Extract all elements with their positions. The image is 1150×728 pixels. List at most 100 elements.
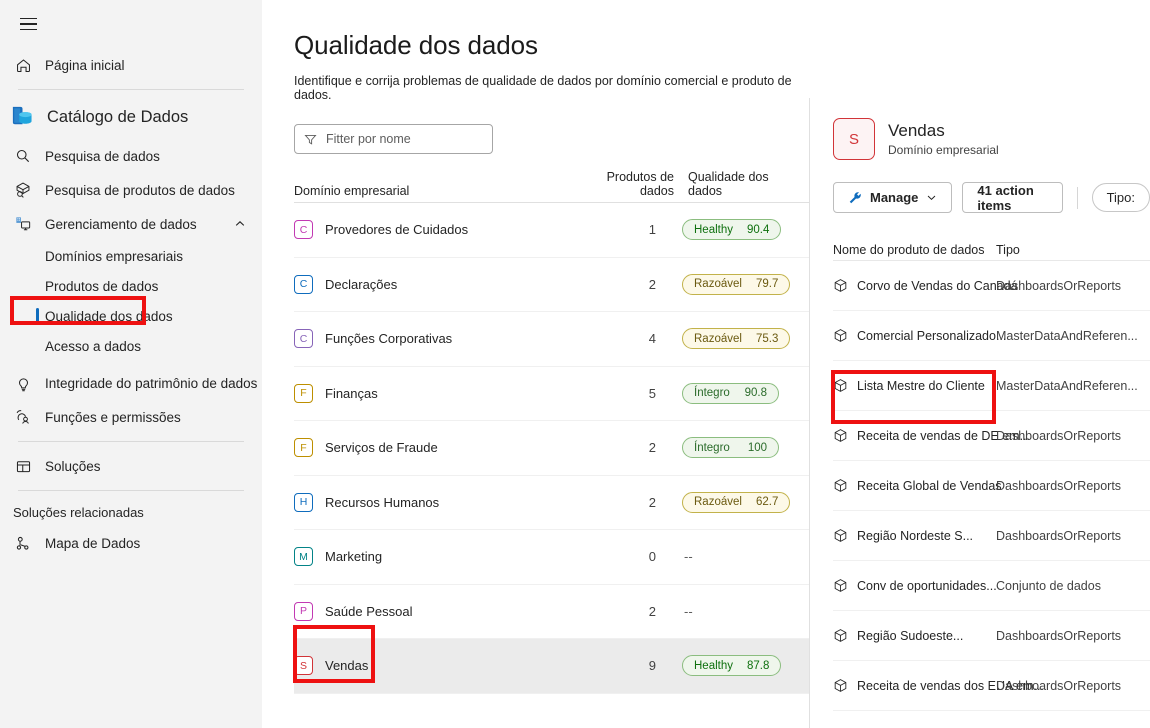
- package-icon: [833, 428, 848, 443]
- sidebar-item-gerenciamento-de-dados[interactable]: Gerenciamento de dados: [0, 207, 262, 241]
- sidebar-item-pesquisa-de-dados-label: Pesquisa de dados: [45, 148, 160, 164]
- sidebar-item-qualidade-dos-dados[interactable]: Qualidade dos dados: [0, 301, 262, 331]
- product-name-cell: Região Sudoeste...: [833, 628, 996, 643]
- sidebar-item-home[interactable]: Página inicial: [0, 48, 262, 82]
- data-catalog-logo: [10, 104, 36, 130]
- action-items-button[interactable]: 41 action items: [962, 182, 1063, 213]
- domain-name-label: Vendas: [325, 658, 369, 674]
- list-item[interactable]: Região Sudoeste... DashboardsOrReports: [833, 611, 1150, 661]
- table-row[interactable]: F Serviços de Fraude 2 Íntegro 100: [294, 421, 809, 476]
- hamburger-menu-icon[interactable]: [8, 8, 48, 40]
- list-item[interactable]: Lista Mestre do Cliente MasterDataAndRefe…: [833, 361, 1150, 411]
- cell-domain-name: C Provedores de Cuidados: [294, 220, 574, 240]
- table-row[interactable]: C Funções Corporativas 4 Razoável 75.3: [294, 312, 809, 367]
- column-header-nome-produto[interactable]: Nome do produto de dados: [833, 243, 996, 257]
- product-type-label: DashboardsOrReports: [996, 628, 1122, 643]
- status-badge-value: 75.3: [755, 332, 779, 345]
- sidebar-divider-3: [18, 490, 244, 491]
- table-row[interactable]: H Recursos Humanos 2 Razoável 62.7: [294, 476, 809, 530]
- tipo-filter-chip-label: Tipo:: [1106, 190, 1135, 205]
- table-row[interactable]: F Finanças 5 Íntegro 90.8: [294, 367, 809, 421]
- table-row[interactable]: M Marketing 0 --: [294, 530, 809, 585]
- table-row[interactable]: S Vendas 9 Healthy 87.8: [294, 639, 809, 694]
- detail-title: Vendas: [888, 121, 945, 140]
- status-badge: Razoável 62.7: [682, 491, 791, 513]
- list-item[interactable]: Receita de vendas de DE em... DashboardsO…: [833, 411, 1150, 461]
- column-header-tipo[interactable]: Tipo: [996, 243, 1116, 257]
- cell-products-count: 9: [648, 658, 656, 674]
- cell-products-count: 1: [648, 222, 656, 238]
- sidebar-item-solucoes[interactable]: Soluções: [0, 449, 262, 483]
- cell-products-count: 2: [648, 276, 656, 292]
- domain-table-body: C Provedores de Cuidados 1 Healthy 90.4 C Decl…: [294, 203, 809, 694]
- domain-initial-icon: C: [294, 329, 313, 349]
- product-name-cell: Receita de vendas de DE em...: [833, 428, 1030, 443]
- sidebar-item-produtos-de-dados[interactable]: Produtos de dados: [0, 271, 262, 301]
- status-badge-label: Razoável: [694, 332, 742, 345]
- list-item[interactable]: Região Nordeste S... DashboardsOrReports: [833, 511, 1150, 561]
- table-row[interactable]: C Declarações 2 Razoável 79.7: [294, 258, 809, 312]
- product-name-cell: Corvo de Vendas do Canadá: [833, 278, 1018, 293]
- tipo-filter-chip[interactable]: Tipo:: [1091, 183, 1150, 212]
- sidebar-item-pesquisa-de-dados[interactable]: Pesquisa de dados: [0, 139, 262, 173]
- wrench-icon: [848, 191, 862, 205]
- product-name-cell: Lista Mestre do Cliente: [833, 378, 996, 393]
- table-row[interactable]: C Provedores de Cuidados 1 Healthy 90.4: [294, 203, 809, 258]
- product-name-label: Lista Mestre do Cliente: [857, 378, 985, 393]
- list-item[interactable]: Receita de vendas dos EUA em... Dashboard…: [833, 661, 1150, 711]
- domain-name-label: Serviços de Fraude: [325, 440, 438, 456]
- product-name-cell: Conv de oportunidades...: [833, 578, 997, 593]
- sidebar-item-dominios-empresariais-label: Domínios empresariais: [45, 248, 184, 264]
- table-row[interactable]: P Saúde Pessoal 2 --: [294, 585, 809, 639]
- sidebar-item-pesquisa-de-produtos-label: Pesquisa de produtos de dados: [45, 182, 235, 198]
- sidebar-item-funcoes-e-permissoes[interactable]: Funções e permissões: [0, 400, 262, 434]
- column-header-dominio[interactable]: Domínio empresarial: [294, 184, 574, 198]
- column-header-qualidade[interactable]: Qualidade dos dados: [674, 170, 804, 198]
- list-item[interactable]: Receita Global de Vendas DashboardsOrRepo…: [833, 461, 1150, 511]
- list-item[interactable]: Corvo de Vendas do Canadá DashboardsOrRep…: [833, 261, 1150, 311]
- filter-box[interactable]: [294, 124, 493, 154]
- status-badge: Íntegro 90.8: [682, 382, 779, 404]
- detail-pane: S Vendas Domínio empresarial Manage 41 a…: [809, 0, 1150, 728]
- cell-domain-name: M Marketing: [294, 547, 574, 567]
- page-subtitle: Identifique e corrija problemas de quali…: [294, 74, 792, 102]
- filter-input[interactable]: [326, 132, 483, 146]
- cell-quality: Razoável 75.3: [674, 328, 804, 350]
- domain-name-label: Funções Corporativas: [325, 331, 453, 347]
- sidebar-divider-1: [18, 89, 244, 90]
- domain-initial-icon: S: [294, 656, 313, 676]
- sidebar-item-dominios-empresariais[interactable]: Domínios empresariais: [0, 241, 262, 271]
- pane-divider: [809, 98, 810, 728]
- sidebar-item-mapa-de-dados-label: Mapa de Dados: [45, 535, 141, 551]
- sidebar: Página inicial Catálogo de Dados Pesquis…: [0, 0, 276, 728]
- lightbulb-icon: [13, 373, 33, 393]
- column-header-produtos[interactable]: Produtos de dados: [574, 170, 674, 198]
- cell-domain-name: P Saúde Pessoal: [294, 601, 574, 621]
- list-item[interactable]: Comercial Personalizado... MasterDataAndR…: [833, 311, 1150, 361]
- cell-products-count: 5: [648, 385, 656, 401]
- status-badge-label: Healthy: [694, 223, 733, 236]
- status-badge: Healthy 87.8: [682, 655, 782, 677]
- table-header: Domínio empresarial Produtos de dados Qu…: [294, 170, 809, 203]
- cell-domain-name: F Finanças: [294, 383, 574, 403]
- sidebar-item-acesso-a-dados[interactable]: Acesso a dados: [0, 331, 262, 361]
- product-type-label: DashboardsOrReports: [996, 678, 1122, 693]
- sidebar-item-integridade-patrimonio-label: Integridade do patrimônio de dados: [45, 375, 258, 391]
- product-name-cell: Receita de vendas dos EUA em...: [833, 678, 1044, 693]
- status-badge-value: 100: [747, 441, 767, 454]
- domain-name-label: Marketing: [325, 549, 383, 565]
- package-icon: [833, 528, 848, 543]
- sidebar-item-pesquisa-de-produtos[interactable]: Pesquisa de produtos de dados: [0, 173, 262, 207]
- cell-quality: Íntegro 90.8: [674, 382, 804, 404]
- toolbar-separator: [1076, 186, 1078, 209]
- cell-products-count: 0: [648, 549, 656, 565]
- sidebar-item-integridade-patrimonio[interactable]: Integridade do patrimônio de dados: [0, 366, 276, 400]
- chevron-up-icon[interactable]: [234, 218, 246, 230]
- list-item[interactable]: Conv de oportunidades... Conjunto de dado…: [833, 561, 1150, 611]
- status-badge-value: 90.8: [744, 387, 767, 400]
- product-name-label: Região Sudoeste...: [857, 628, 964, 643]
- product-name-cell: Receita Global de Vendas: [833, 478, 1002, 493]
- status-badge-value: 62.7: [755, 496, 779, 509]
- manage-button[interactable]: Manage: [833, 182, 953, 213]
- sidebar-item-mapa-de-dados[interactable]: Mapa de Dados: [0, 526, 262, 560]
